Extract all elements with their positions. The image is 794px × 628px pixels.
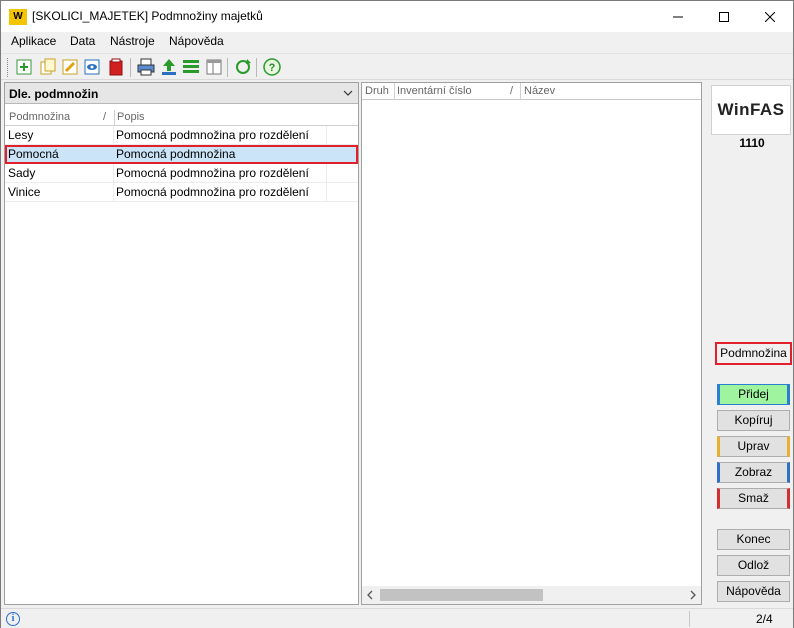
column-header-druh[interactable]: Druh <box>365 85 389 97</box>
menu-napoveda[interactable]: Nápověda <box>169 34 224 48</box>
copy-icon[interactable] <box>38 57 58 77</box>
row-name: Vinice <box>8 185 41 199</box>
row-name: Pomocná <box>8 147 59 161</box>
scroll-left-icon[interactable] <box>365 590 375 600</box>
row-desc: Pomocná podmnožina <box>116 147 236 161</box>
svg-text:?: ? <box>269 62 276 74</box>
window-title: [SKOLICI_MAJETEK] Podmnožiny majetků <box>32 9 263 23</box>
grouping-combo-value: Dle. podmnožin <box>9 87 99 101</box>
sort-indicator-icon: / <box>510 85 514 97</box>
subset-grid-header: Podmnožina / Popis <box>5 110 358 126</box>
title-bar: W [SKOLICI_MAJETEK] Podmnožiny majetků <box>1 1 793 32</box>
menu-bar: Aplikace Data Nástroje Nápověda <box>1 32 793 52</box>
asset-panel: Druh Inventární číslo / Název <box>361 82 702 605</box>
table-row-selected[interactable]: Pomocná Pomocná podmnožina <box>5 145 358 164</box>
konec-button[interactable]: Konec <box>717 529 790 550</box>
toolbar-separator <box>227 58 228 77</box>
napoveda-button[interactable]: Nápověda <box>717 581 790 602</box>
toolbar-separator <box>130 58 131 77</box>
company-code: 1110 <box>739 136 765 150</box>
toolbar-grip[interactable] <box>7 58 9 77</box>
print-icon[interactable] <box>136 57 156 77</box>
row-name: Sady <box>8 166 36 180</box>
column-header-popis[interactable]: Popis <box>117 111 145 123</box>
menu-aplikace[interactable]: Aplikace <box>11 34 56 48</box>
menu-data[interactable]: Data <box>70 34 95 48</box>
kopiruj-button[interactable]: Kopíruj <box>717 410 790 431</box>
table-row[interactable]: Vinice Pomocná podmnožina pro rozdělení <box>5 183 358 202</box>
scroll-right-icon[interactable] <box>688 590 698 600</box>
action-panel: WinFAS 1110 Podmnožina Přidej Kopíruj Up… <box>709 82 794 606</box>
scrollbar-thumb[interactable] <box>380 589 543 601</box>
podmnozina-button[interactable]: Podmnožina <box>715 342 792 365</box>
sort-indicator-icon: / <box>103 111 107 123</box>
menu-nastroje[interactable]: Nástroje <box>110 34 155 48</box>
table-row[interactable]: Lesy Pomocná podmnožina pro rozdělení <box>5 126 358 145</box>
minimize-button[interactable] <box>655 1 701 32</box>
brand-text: WinFAS <box>717 100 785 119</box>
refresh-icon[interactable] <box>233 57 253 77</box>
subset-panel: Dle. podmnožin Podmnožina / Popis Lesy P… <box>4 82 359 605</box>
asset-grid-header: Druh Inventární číslo / Název <box>362 83 701 100</box>
pridej-button[interactable]: Přidej <box>717 384 790 405</box>
export-icon[interactable] <box>159 57 179 77</box>
app-logo-icon: W <box>9 9 27 25</box>
info-icon[interactable]: i <box>6 612 20 626</box>
close-button[interactable] <box>747 1 793 32</box>
row-name: Lesy <box>8 128 34 142</box>
brand-logo: WinFAS <box>711 85 791 135</box>
minimize-icon <box>673 16 683 17</box>
smaz-button[interactable]: Smaž <box>717 488 790 509</box>
grouping-combo[interactable]: Dle. podmnožin <box>5 83 358 104</box>
help-icon[interactable]: ? <box>262 57 282 77</box>
column-header-podmnozina[interactable]: Podmnožina <box>9 111 70 123</box>
zobraz-button[interactable]: Zobraz <box>717 462 790 483</box>
view-icon[interactable] <box>82 57 102 77</box>
maximize-icon <box>719 11 729 22</box>
app-window: W [SKOLICI_MAJETEK] Podmnožiny majetků A… <box>0 0 794 628</box>
row-desc: Pomocná podmnožina pro rozdělení <box>116 128 309 142</box>
edit-icon[interactable] <box>60 57 80 77</box>
columns-icon[interactable] <box>204 57 224 77</box>
table-row[interactable]: Sady Pomocná podmnožina pro rozdělení <box>5 164 358 183</box>
maximize-button[interactable] <box>701 1 747 32</box>
uprav-button[interactable]: Uprav <box>717 436 790 457</box>
row-desc: Pomocná podmnožina pro rozdělení <box>116 166 309 180</box>
status-bar: i 2/4 <box>1 608 793 628</box>
toolbar: ? <box>1 53 793 80</box>
record-counter: 2/4 <box>756 612 773 626</box>
add-icon[interactable] <box>14 57 34 77</box>
column-header-nazev[interactable]: Název <box>524 85 555 97</box>
row-desc: Pomocná podmnožina pro rozdělení <box>116 185 309 199</box>
delete-icon[interactable] <box>106 57 126 77</box>
list-icon[interactable] <box>181 57 201 77</box>
close-icon <box>765 11 775 22</box>
column-header-inventarni-cislo[interactable]: Inventární číslo <box>397 85 472 97</box>
chevron-down-icon[interactable] <box>342 87 354 99</box>
toolbar-separator <box>256 58 257 77</box>
horizontal-scrollbar[interactable] <box>362 586 701 604</box>
status-divider <box>689 611 690 627</box>
odloz-button[interactable]: Odlož <box>717 555 790 576</box>
